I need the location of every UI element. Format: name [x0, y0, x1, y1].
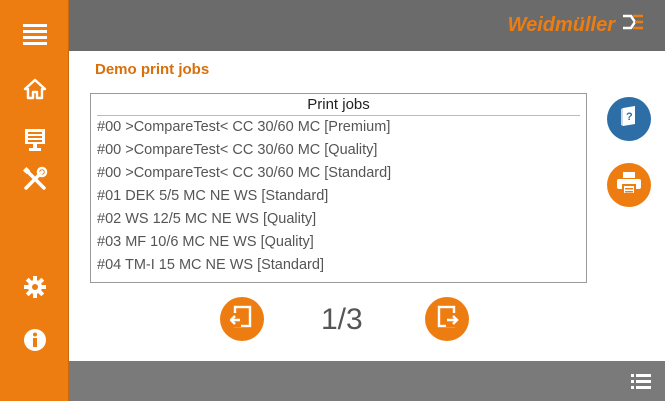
- list-item[interactable]: #00 >CompareTest< CC 30/60 MC [Standard]: [91, 162, 586, 185]
- help-document-icon: ?: [618, 105, 640, 134]
- settings-button[interactable]: [0, 267, 69, 311]
- list-item[interactable]: #02 WS 12/5 MC NE WS [Quality]: [91, 208, 586, 231]
- tools-button[interactable]: [0, 159, 69, 203]
- brand-logo: Weidmüller: [508, 13, 645, 37]
- page-title: Demo print jobs: [95, 61, 210, 78]
- printer-icon: [616, 171, 642, 200]
- brand-name: Weidmüller: [507, 13, 615, 36]
- header-bar: Weidmüller: [69, 0, 665, 51]
- previous-page-icon: [229, 305, 254, 334]
- print-button[interactable]: [607, 163, 651, 207]
- menu-icon: [22, 23, 48, 50]
- info-button[interactable]: [0, 320, 69, 364]
- help-button[interactable]: ?: [607, 97, 651, 141]
- svg-text:?: ?: [626, 111, 633, 123]
- sidebar: [0, 0, 69, 401]
- info-icon: [23, 328, 47, 357]
- list-item[interactable]: #01 DEK 5/5 MC NE WS [Standard]: [91, 185, 586, 208]
- footer-bar: [69, 361, 665, 401]
- next-page-button[interactable]: [425, 297, 469, 341]
- settings-gear-icon: [23, 275, 47, 304]
- print-jobs-list-header: Print jobs: [97, 94, 580, 116]
- page-indicator: 1/3: [321, 303, 363, 336]
- monitor-icon: [24, 128, 46, 157]
- list-item[interactable]: #04 TM-I 15 MC NE WS [Standard]: [91, 254, 586, 277]
- job-list-icon[interactable]: [631, 373, 651, 396]
- weidmuller-logo-icon: [621, 13, 645, 37]
- next-page-icon: [435, 305, 459, 334]
- monitor-button[interactable]: [0, 120, 69, 164]
- tools-icon: [22, 166, 48, 197]
- home-icon: [23, 78, 47, 105]
- print-jobs-list[interactable]: Print jobs #00 >CompareTest< CC 30/60 MC…: [90, 93, 587, 283]
- list-item[interactable]: #03 MF 10/6 MC NE WS [Quality]: [91, 231, 586, 254]
- previous-page-button[interactable]: [220, 297, 264, 341]
- list-item[interactable]: #00 >CompareTest< CC 30/60 MC [Premium]: [91, 116, 586, 139]
- list-item[interactable]: #00 >CompareTest< CC 30/60 MC [Quality]: [91, 139, 586, 162]
- menu-button[interactable]: [0, 14, 69, 58]
- home-button[interactable]: [0, 69, 69, 113]
